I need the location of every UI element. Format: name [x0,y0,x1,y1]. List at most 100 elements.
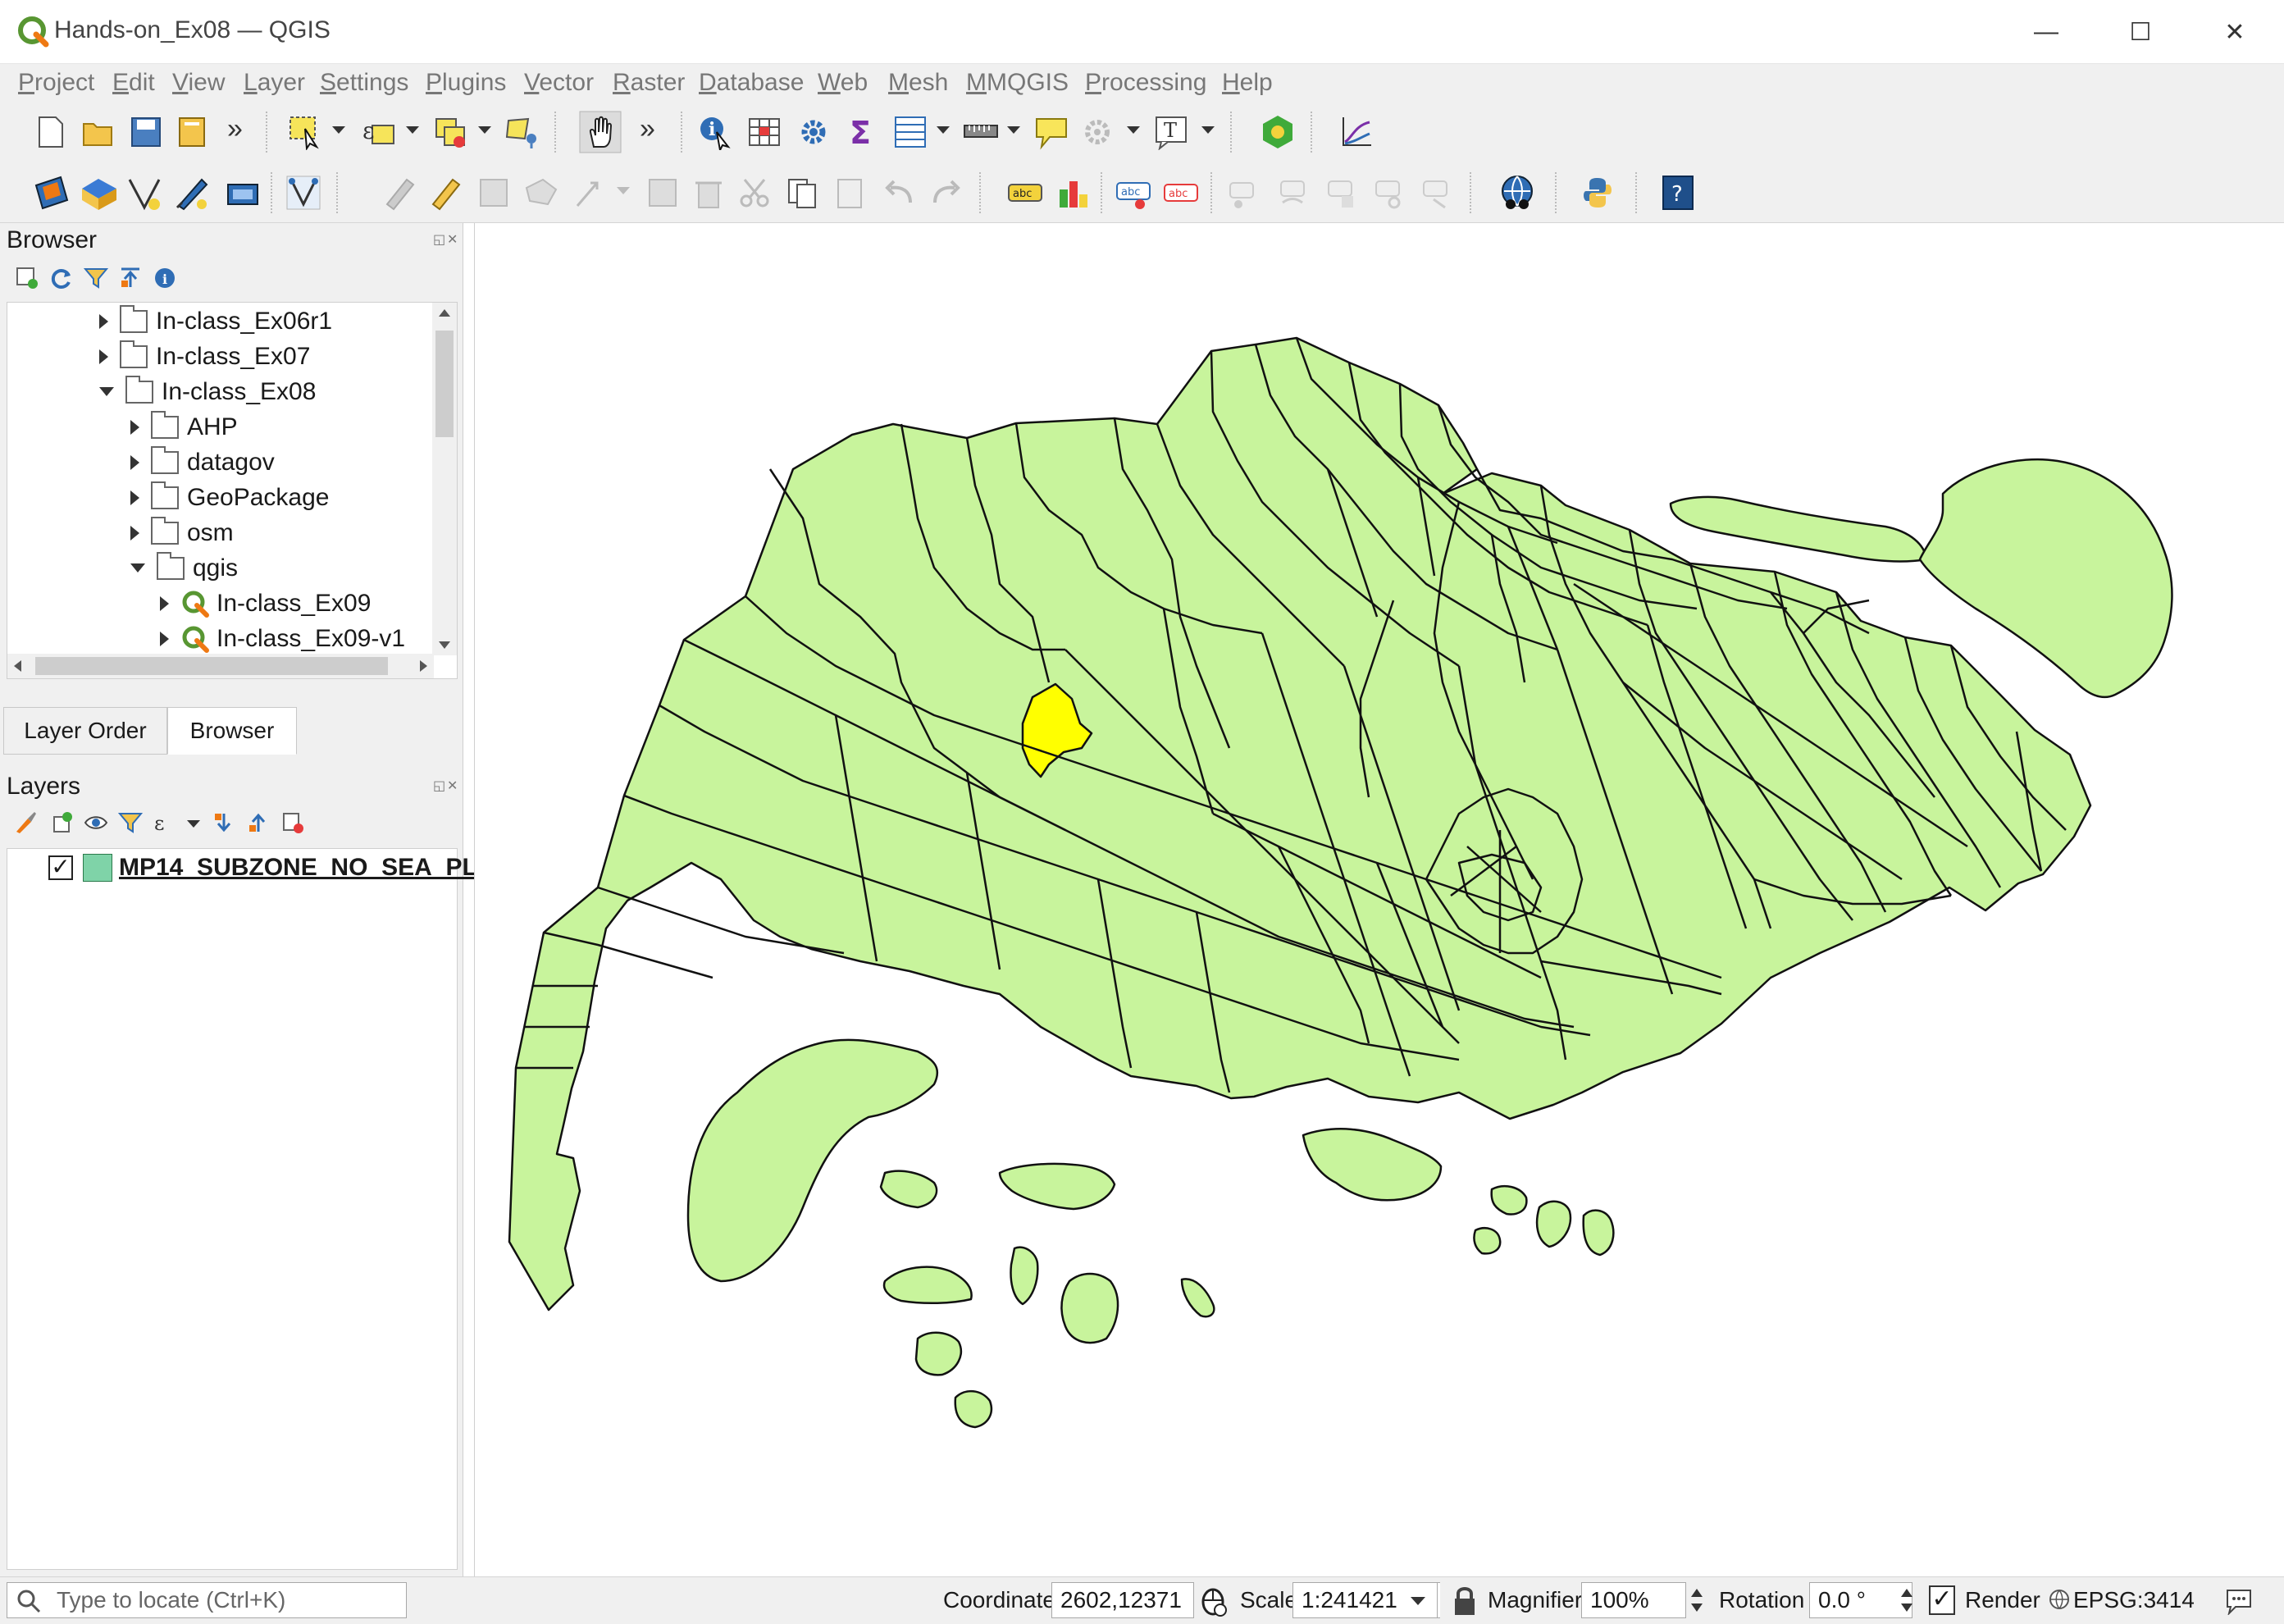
scroll-right-icon[interactable] [420,660,427,672]
layer-row[interactable]: ✓ MP14_SUBZONE_NO_SEA_PL [7,849,477,887]
dropdown-arrow-icon[interactable] [1007,126,1020,134]
remove-layer-icon[interactable] [280,810,305,835]
menu-web[interactable]: Web [818,69,868,97]
attribute-table-icon[interactable] [746,114,782,150]
expand-arrow-icon[interactable] [160,595,169,611]
dropdown-arrow-icon[interactable] [937,126,950,134]
scroll-down-icon[interactable] [439,641,450,649]
expand-arrow-icon[interactable] [99,349,108,364]
select-location-icon[interactable] [504,114,540,150]
menu-help[interactable]: Help [1222,69,1273,97]
add-raster-icon[interactable] [79,172,120,213]
scroll-thumb[interactable] [435,331,454,437]
browser-tree[interactable]: In-class_Ex06r1 In-class_Ex07 In-class_E… [7,302,458,679]
expand-arrow-icon[interactable] [130,525,139,541]
panel-float-icon[interactable]: ◱ [433,778,445,794]
text-annotation-icon[interactable]: T [1153,114,1189,150]
new-project-icon[interactable] [33,114,69,150]
minimize-button[interactable]: — [2001,8,2091,56]
visibility-eye-icon[interactable] [84,810,108,835]
menu-processing[interactable]: Processing [1085,69,1206,97]
select-features-icon[interactable] [287,114,323,150]
panel-float-icon[interactable]: ◱ [433,231,445,248]
collapse-arrow-icon[interactable] [99,387,114,396]
scroll-thumb[interactable] [35,657,388,675]
layers-tree[interactable]: ✓ MP14_SUBZONE_NO_SEA_PL [7,848,477,1570]
deselect-icon[interactable] [433,114,469,150]
render-checkbox[interactable]: ✓ [1929,1585,1955,1615]
globe-icon[interactable] [1498,173,1537,212]
dropdown-arrow-icon[interactable] [406,126,419,134]
style-brush-icon[interactable] [13,810,38,835]
digitize-icon[interactable] [174,175,210,211]
measure-icon[interactable] [963,114,999,150]
crs-label[interactable]: EPSG:3414 [2073,1587,2195,1613]
magnifier-field[interactable]: 100% [1581,1582,1686,1618]
tree-item-osm[interactable]: osm [130,515,234,550]
collapse-all-icon[interactable] [118,266,143,290]
tree-item-in-class-ex08[interactable]: In-class_Ex08 [99,374,316,409]
database-icon[interactable] [225,175,261,211]
vertex-tool-icon[interactable] [285,175,321,211]
plot-icon[interactable] [1338,114,1375,150]
expand-arrow-icon[interactable] [130,419,139,435]
help-icon[interactable]: ? [1660,175,1696,211]
menu-view[interactable]: View [172,69,225,97]
expression-filter-icon[interactable]: ε [153,810,177,835]
locate-search-input[interactable]: Type to locate (Ctrl+K) [7,1582,407,1618]
add-selected-icon[interactable] [15,266,39,290]
menu-mesh[interactable]: Mesh [888,69,948,97]
copy-icon[interactable] [784,175,820,211]
panel-close-icon[interactable]: ✕ [447,231,458,248]
open-project-icon[interactable] [80,114,116,150]
map-layer-mp14-subzone[interactable] [475,223,2284,1576]
grass-icon[interactable] [1260,114,1296,150]
layer-visibility-checkbox[interactable]: ✓ [48,855,73,880]
add-group-icon[interactable] [49,810,74,835]
filter-legend-icon[interactable] [118,810,143,835]
tree-item-ahp[interactable]: AHP [130,409,238,445]
dropdown-arrow-icon[interactable] [1411,1597,1425,1605]
save-project-icon[interactable] [128,114,164,150]
collapse-arrow-icon[interactable] [130,563,145,573]
menu-plugins[interactable]: Plugins [426,69,506,97]
tab-layer-order[interactable]: Layer Order [3,707,167,755]
identify-icon[interactable]: i [697,114,733,150]
menu-edit[interactable]: Edit [112,69,155,97]
settings-gear-icon[interactable] [796,114,832,150]
filter-icon[interactable] [84,266,108,290]
info-icon[interactable]: i [153,266,177,290]
panel-close-icon[interactable]: ✕ [447,778,458,794]
map-canvas[interactable] [474,223,2284,1576]
close-button[interactable]: ✕ [2190,8,2280,56]
tree-item-in-class-ex09-v1[interactable]: In-class_Ex09-v1 [160,621,405,656]
pan-icon[interactable] [579,111,622,153]
label-abc-icon[interactable]: abc [1007,175,1043,211]
collapse-all-icon[interactable] [246,810,271,835]
maximize-button[interactable]: ☐ [2095,8,2186,56]
new-layer-icon[interactable] [126,175,162,211]
expand-arrow-icon[interactable] [130,454,139,470]
dropdown-arrow-icon[interactable] [1201,126,1215,134]
diagram-icon[interactable] [1056,175,1092,211]
dropdown-arrow-icon[interactable] [187,820,200,828]
label-red-icon[interactable]: abc [1163,175,1199,211]
label-pin-icon[interactable]: abc [1115,175,1151,211]
tab-browser[interactable]: Browser [167,707,297,755]
scroll-up-icon[interactable] [439,309,450,317]
expand-arrow-icon[interactable] [99,313,108,329]
tree-item-qgis[interactable]: qgis [130,550,238,586]
python-icon[interactable] [1580,175,1616,211]
menu-database[interactable]: Database [699,69,804,97]
expand-arrow-icon[interactable] [160,631,169,646]
magnifier-spinner-icon[interactable] [1688,1582,1706,1618]
map-tips-icon[interactable] [1033,114,1069,150]
more-tools-icon[interactable]: » [227,113,243,145]
layer-name[interactable]: MP14_SUBZONE_NO_SEA_PL [119,854,477,882]
add-vector-icon[interactable] [31,172,72,213]
tree-item-in-class-ex09[interactable]: In-class_Ex09 [160,586,371,621]
menu-raster[interactable]: Raster [613,69,685,97]
tree-item-geopackage[interactable]: GeoPackage [130,480,329,515]
open-table-icon[interactable] [892,114,928,150]
refresh-icon[interactable] [49,266,74,290]
